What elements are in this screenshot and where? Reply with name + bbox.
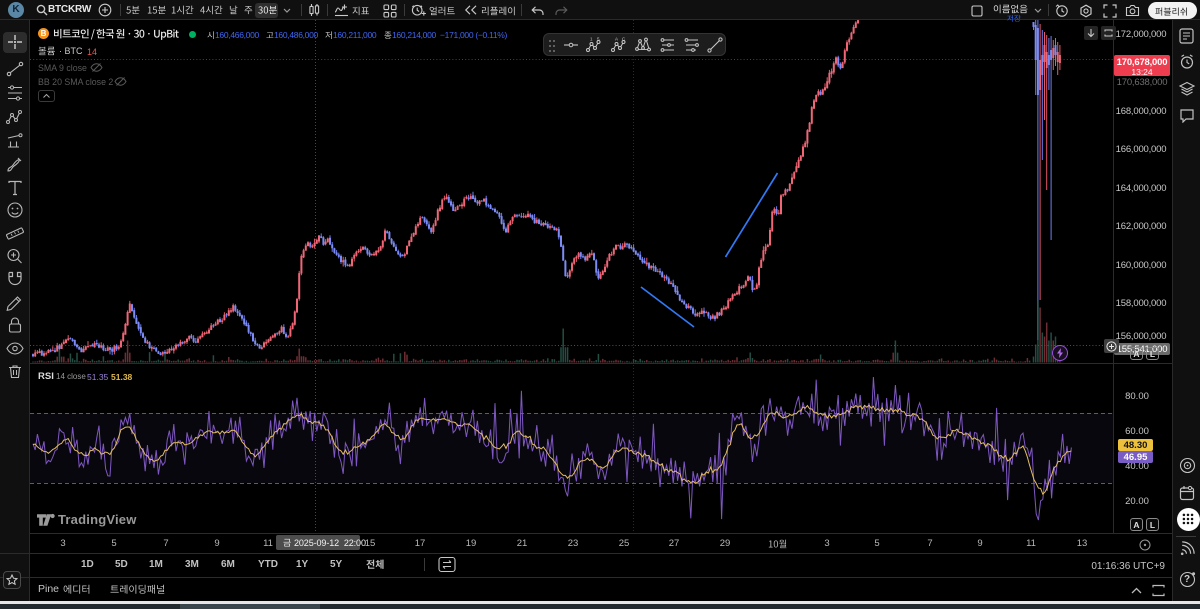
svg-text:1: 1: [590, 37, 593, 42]
svg-text:A: A: [615, 37, 618, 42]
svg-text:C: C: [622, 37, 626, 42]
